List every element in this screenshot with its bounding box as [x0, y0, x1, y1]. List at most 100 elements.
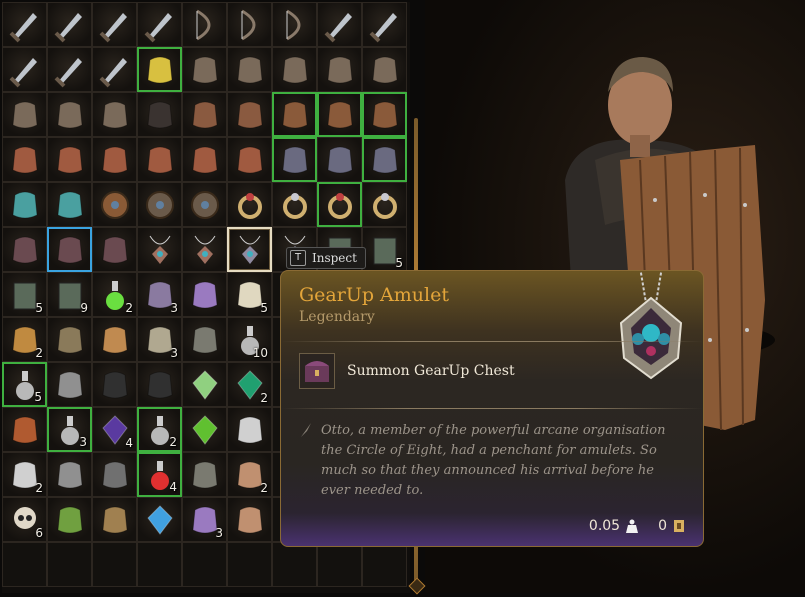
- inventory-slot-empty[interactable]: [272, 542, 317, 587]
- inventory-slot[interactable]: 4: [92, 407, 137, 452]
- inventory-slot[interactable]: [182, 362, 227, 407]
- inventory-slot[interactable]: [2, 407, 47, 452]
- inventory-slot[interactable]: [227, 92, 272, 137]
- inventory-slot[interactable]: [92, 452, 137, 497]
- inventory-slot[interactable]: [137, 497, 182, 542]
- inventory-slot[interactable]: [362, 47, 407, 92]
- inventory-slot[interactable]: 2: [2, 452, 47, 497]
- inventory-slot[interactable]: [92, 2, 137, 47]
- inventory-slot[interactable]: [362, 92, 407, 137]
- inventory-slot[interactable]: 2: [2, 317, 47, 362]
- inventory-slot[interactable]: [182, 47, 227, 92]
- inventory-slot[interactable]: [227, 227, 272, 272]
- inventory-slot[interactable]: [272, 2, 317, 47]
- inventory-slot[interactable]: 3: [137, 272, 182, 317]
- inventory-slot[interactable]: [182, 227, 227, 272]
- inventory-slot[interactable]: 10: [227, 317, 272, 362]
- inventory-slot[interactable]: [47, 92, 92, 137]
- inventory-slot[interactable]: [47, 2, 92, 47]
- inventory-slot[interactable]: [317, 137, 362, 182]
- inventory-slot[interactable]: 2: [227, 452, 272, 497]
- inventory-slot[interactable]: [47, 452, 92, 497]
- inventory-slot[interactable]: [47, 497, 92, 542]
- inventory-slot[interactable]: [227, 497, 272, 542]
- inventory-slot[interactable]: [362, 2, 407, 47]
- inventory-slot[interactable]: [137, 92, 182, 137]
- inventory-slot[interactable]: [182, 2, 227, 47]
- inventory-slot[interactable]: [2, 2, 47, 47]
- inventory-slot[interactable]: [92, 47, 137, 92]
- inventory-slot[interactable]: [182, 452, 227, 497]
- inventory-slot[interactable]: [182, 92, 227, 137]
- inventory-slot[interactable]: 3: [182, 497, 227, 542]
- inventory-slot[interactable]: [2, 182, 47, 227]
- inventory-slot[interactable]: [137, 227, 182, 272]
- inventory-slot[interactable]: [137, 137, 182, 182]
- inventory-slot[interactable]: 5: [227, 272, 272, 317]
- inventory-slot[interactable]: [272, 182, 317, 227]
- inventory-slot[interactable]: [227, 2, 272, 47]
- inventory-slot[interactable]: [317, 2, 362, 47]
- inventory-slot-empty[interactable]: [182, 542, 227, 587]
- inventory-slot[interactable]: [182, 137, 227, 182]
- inventory-slot[interactable]: [317, 182, 362, 227]
- inventory-slot[interactable]: [47, 47, 92, 92]
- inventory-slot[interactable]: [272, 92, 317, 137]
- inventory-slot[interactable]: [137, 362, 182, 407]
- inventory-slot[interactable]: 5: [2, 362, 47, 407]
- inventory-slot-empty[interactable]: [47, 542, 92, 587]
- inventory-slot[interactable]: [92, 92, 137, 137]
- inventory-slot[interactable]: [47, 362, 92, 407]
- inventory-slot[interactable]: [92, 317, 137, 362]
- inventory-slot-empty[interactable]: [2, 542, 47, 587]
- amulet-icon: [619, 271, 683, 380]
- inspect-hint[interactable]: T Inspect: [286, 247, 366, 269]
- inventory-slot[interactable]: [47, 137, 92, 182]
- inventory-slot[interactable]: [2, 137, 47, 182]
- inventory-slot[interactable]: 3: [47, 407, 92, 452]
- inventory-slot[interactable]: [92, 137, 137, 182]
- inventory-slot[interactable]: 2: [227, 362, 272, 407]
- inventory-slot-empty[interactable]: [362, 542, 407, 587]
- inventory-slot[interactable]: [182, 317, 227, 362]
- inventory-slot[interactable]: [182, 407, 227, 452]
- inventory-slot[interactable]: [92, 182, 137, 227]
- inventory-slot[interactable]: 6: [2, 497, 47, 542]
- inventory-slot[interactable]: [317, 47, 362, 92]
- inventory-slot[interactable]: [137, 182, 182, 227]
- inventory-slot[interactable]: 2: [137, 407, 182, 452]
- inventory-slot[interactable]: [2, 92, 47, 137]
- inventory-slot[interactable]: [317, 92, 362, 137]
- inventory-slot[interactable]: [92, 227, 137, 272]
- inventory-slot[interactable]: [362, 137, 407, 182]
- inventory-slot[interactable]: [272, 137, 317, 182]
- inventory-slot[interactable]: 4: [137, 452, 182, 497]
- inventory-slot-empty[interactable]: [317, 542, 362, 587]
- inventory-slot[interactable]: [47, 227, 92, 272]
- inventory-slot[interactable]: [47, 317, 92, 362]
- inventory-slot-empty[interactable]: [137, 542, 182, 587]
- item-action[interactable]: Summon GearUp Chest: [299, 353, 515, 389]
- inventory-slot[interactable]: 2: [92, 272, 137, 317]
- inventory-slot[interactable]: [272, 47, 317, 92]
- inventory-slot[interactable]: [137, 47, 182, 92]
- inventory-slot[interactable]: [92, 362, 137, 407]
- inventory-slot[interactable]: 3: [137, 317, 182, 362]
- inventory-slot[interactable]: 9: [47, 272, 92, 317]
- inventory-slot[interactable]: 5: [2, 272, 47, 317]
- inventory-slot[interactable]: [2, 227, 47, 272]
- inventory-slot[interactable]: [92, 497, 137, 542]
- inventory-slot[interactable]: [227, 47, 272, 92]
- inventory-slot[interactable]: [227, 182, 272, 227]
- inventory-slot[interactable]: [137, 2, 182, 47]
- inventory-slot-empty[interactable]: [92, 542, 137, 587]
- inventory-slot[interactable]: [227, 137, 272, 182]
- inventory-slot[interactable]: [182, 182, 227, 227]
- inventory-slot[interactable]: [47, 182, 92, 227]
- inventory-slot[interactable]: [182, 272, 227, 317]
- inventory-slot[interactable]: [2, 47, 47, 92]
- inventory-slot-empty[interactable]: [227, 542, 272, 587]
- inventory-slot[interactable]: [362, 182, 407, 227]
- inventory-slot[interactable]: [227, 407, 272, 452]
- inventory-slot[interactable]: 5: [362, 227, 407, 272]
